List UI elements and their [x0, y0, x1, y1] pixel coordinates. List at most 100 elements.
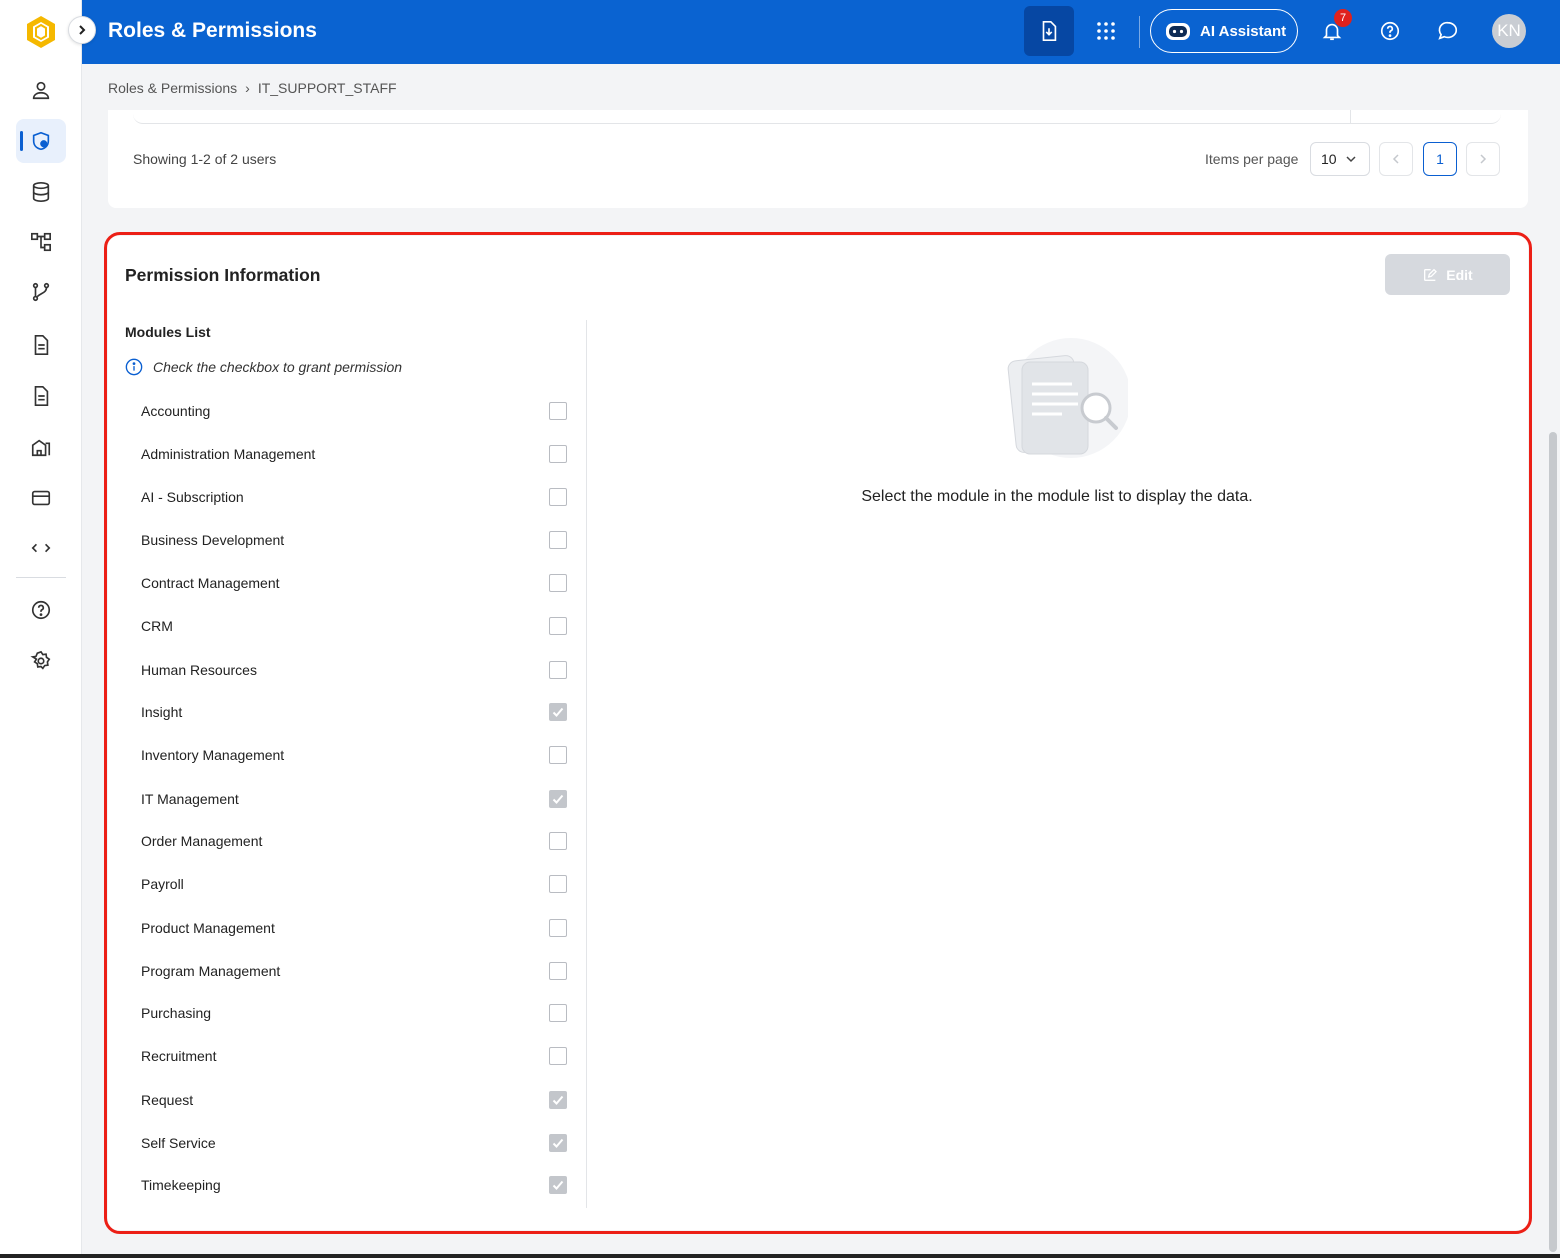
module-row[interactable]: Product Management — [141, 915, 567, 941]
module-checkbox[interactable] — [549, 875, 567, 893]
help-icon — [31, 600, 51, 620]
scrollbar-thumb[interactable] — [1549, 432, 1557, 1252]
module-name: Accounting — [141, 403, 211, 419]
module-checkbox[interactable] — [549, 746, 567, 764]
module-row[interactable]: Business Development — [141, 527, 567, 553]
chat-button[interactable] — [1434, 17, 1462, 45]
sidebar-item-workflow[interactable] — [16, 270, 66, 314]
sidebar-item-help[interactable] — [16, 588, 66, 632]
module-checkbox-checked[interactable] — [549, 1134, 567, 1152]
module-row[interactable]: Timekeeping — [141, 1172, 567, 1198]
items-per-page-value: 10 — [1321, 151, 1337, 167]
sidebar-item-reports[interactable] — [16, 374, 66, 418]
check-icon — [552, 1095, 564, 1105]
sidebar-item-roles[interactable] — [16, 119, 66, 163]
module-row[interactable]: Administration Management — [141, 441, 567, 467]
module-checkbox[interactable] — [549, 661, 567, 679]
chat-icon — [1438, 21, 1457, 40]
sidebar-item-database[interactable] — [16, 170, 66, 214]
sidebar — [0, 0, 82, 1258]
module-checkbox[interactable] — [549, 574, 567, 592]
code-icon — [31, 543, 51, 553]
topbar: Roles & Permissions AI Assistant 7 KN — [82, 0, 1560, 64]
module-row[interactable]: Accounting — [141, 398, 567, 424]
bottom-edge — [0, 1254, 1560, 1258]
module-name: Recruitment — [141, 1048, 217, 1064]
chevron-right-icon — [1480, 154, 1487, 164]
permission-title: Permission Information — [125, 265, 321, 285]
module-name: Order Management — [141, 833, 263, 849]
breadcrumb-separator: › — [245, 80, 250, 96]
module-row[interactable]: Inventory Management — [141, 742, 567, 768]
prev-page-button[interactable] — [1379, 142, 1413, 176]
edit-button[interactable]: Edit — [1385, 254, 1510, 295]
breadcrumb-root[interactable]: Roles & Permissions — [108, 80, 237, 96]
empty-state-illustration — [1007, 338, 1128, 458]
module-checkbox-checked[interactable] — [549, 790, 567, 808]
module-row[interactable]: Human Resources — [141, 657, 567, 683]
apps-button[interactable] — [1092, 17, 1120, 45]
page-button-current[interactable]: 1 — [1423, 142, 1457, 176]
download-button[interactable] — [1024, 6, 1074, 56]
database-icon — [32, 182, 50, 202]
module-row[interactable]: Insight — [141, 699, 567, 725]
module-checkbox[interactable] — [549, 832, 567, 850]
next-page-button[interactable] — [1466, 142, 1500, 176]
module-name: Contract Management — [141, 575, 280, 591]
module-row[interactable]: Order Management — [141, 828, 567, 854]
sidebar-item-billing[interactable] — [16, 476, 66, 520]
hierarchy-icon — [31, 232, 51, 252]
showing-text: Showing 1-2 of 2 users — [133, 151, 277, 167]
module-checkbox[interactable] — [549, 617, 567, 635]
module-checkbox[interactable] — [549, 919, 567, 937]
building-icon — [31, 439, 51, 457]
sidebar-item-hierarchy[interactable] — [16, 220, 66, 264]
module-checkbox[interactable] — [549, 445, 567, 463]
user-avatar[interactable]: KN — [1492, 14, 1526, 48]
permission-card: Permission Information Edit Modules List… — [108, 236, 1528, 1230]
module-row[interactable]: Purchasing — [141, 1000, 567, 1026]
document-icon — [34, 386, 49, 406]
edit-icon — [1424, 268, 1438, 281]
module-checkbox-checked[interactable] — [549, 1091, 567, 1109]
module-row[interactable]: IT Management — [141, 786, 567, 812]
module-row[interactable]: Request — [141, 1087, 567, 1113]
items-per-page-select[interactable]: 10 — [1310, 142, 1370, 176]
app-logo-icon[interactable] — [26, 15, 56, 49]
module-row[interactable]: AI - Subscription — [141, 484, 567, 510]
grid-icon — [1097, 22, 1115, 40]
sidebar-expand-button[interactable] — [68, 16, 96, 44]
sidebar-item-api[interactable] — [16, 526, 66, 570]
module-checkbox[interactable] — [549, 488, 567, 506]
module-checkbox-checked[interactable] — [549, 1176, 567, 1194]
users-card: Showing 1-2 of 2 users Items per page 10… — [108, 110, 1528, 208]
settings-icon — [30, 650, 51, 670]
check-icon — [552, 707, 564, 717]
chevron-left-icon — [1392, 154, 1399, 164]
module-checkbox[interactable] — [549, 1004, 567, 1022]
shield-user-icon — [32, 131, 50, 151]
module-checkbox[interactable] — [549, 402, 567, 420]
module-checkbox[interactable] — [549, 1047, 567, 1065]
ai-assistant-button[interactable]: AI Assistant — [1150, 9, 1298, 53]
users-table-bottom — [133, 110, 1501, 124]
sidebar-item-company[interactable] — [16, 425, 66, 469]
module-checkbox[interactable] — [549, 962, 567, 980]
module-checkbox[interactable] — [549, 531, 567, 549]
module-name: Insight — [141, 704, 183, 720]
module-row[interactable]: Self Service — [141, 1130, 567, 1156]
module-name: Product Management — [141, 920, 275, 936]
permission-hint: Check the checkbox to grant permission — [125, 358, 402, 376]
users-table-column-divider — [1350, 110, 1351, 124]
modules-divider — [586, 320, 587, 1208]
module-row[interactable]: Program Management — [141, 958, 567, 984]
help-button[interactable] — [1376, 17, 1404, 45]
sidebar-item-settings[interactable] — [16, 639, 66, 683]
module-row[interactable]: Recruitment — [141, 1043, 567, 1069]
module-checkbox-checked[interactable] — [549, 703, 567, 721]
module-row[interactable]: Contract Management — [141, 570, 567, 596]
sidebar-item-documents[interactable] — [16, 323, 66, 367]
module-row[interactable]: CRM — [141, 613, 567, 639]
sidebar-item-users[interactable] — [16, 68, 66, 112]
module-row[interactable]: Payroll — [141, 871, 567, 897]
